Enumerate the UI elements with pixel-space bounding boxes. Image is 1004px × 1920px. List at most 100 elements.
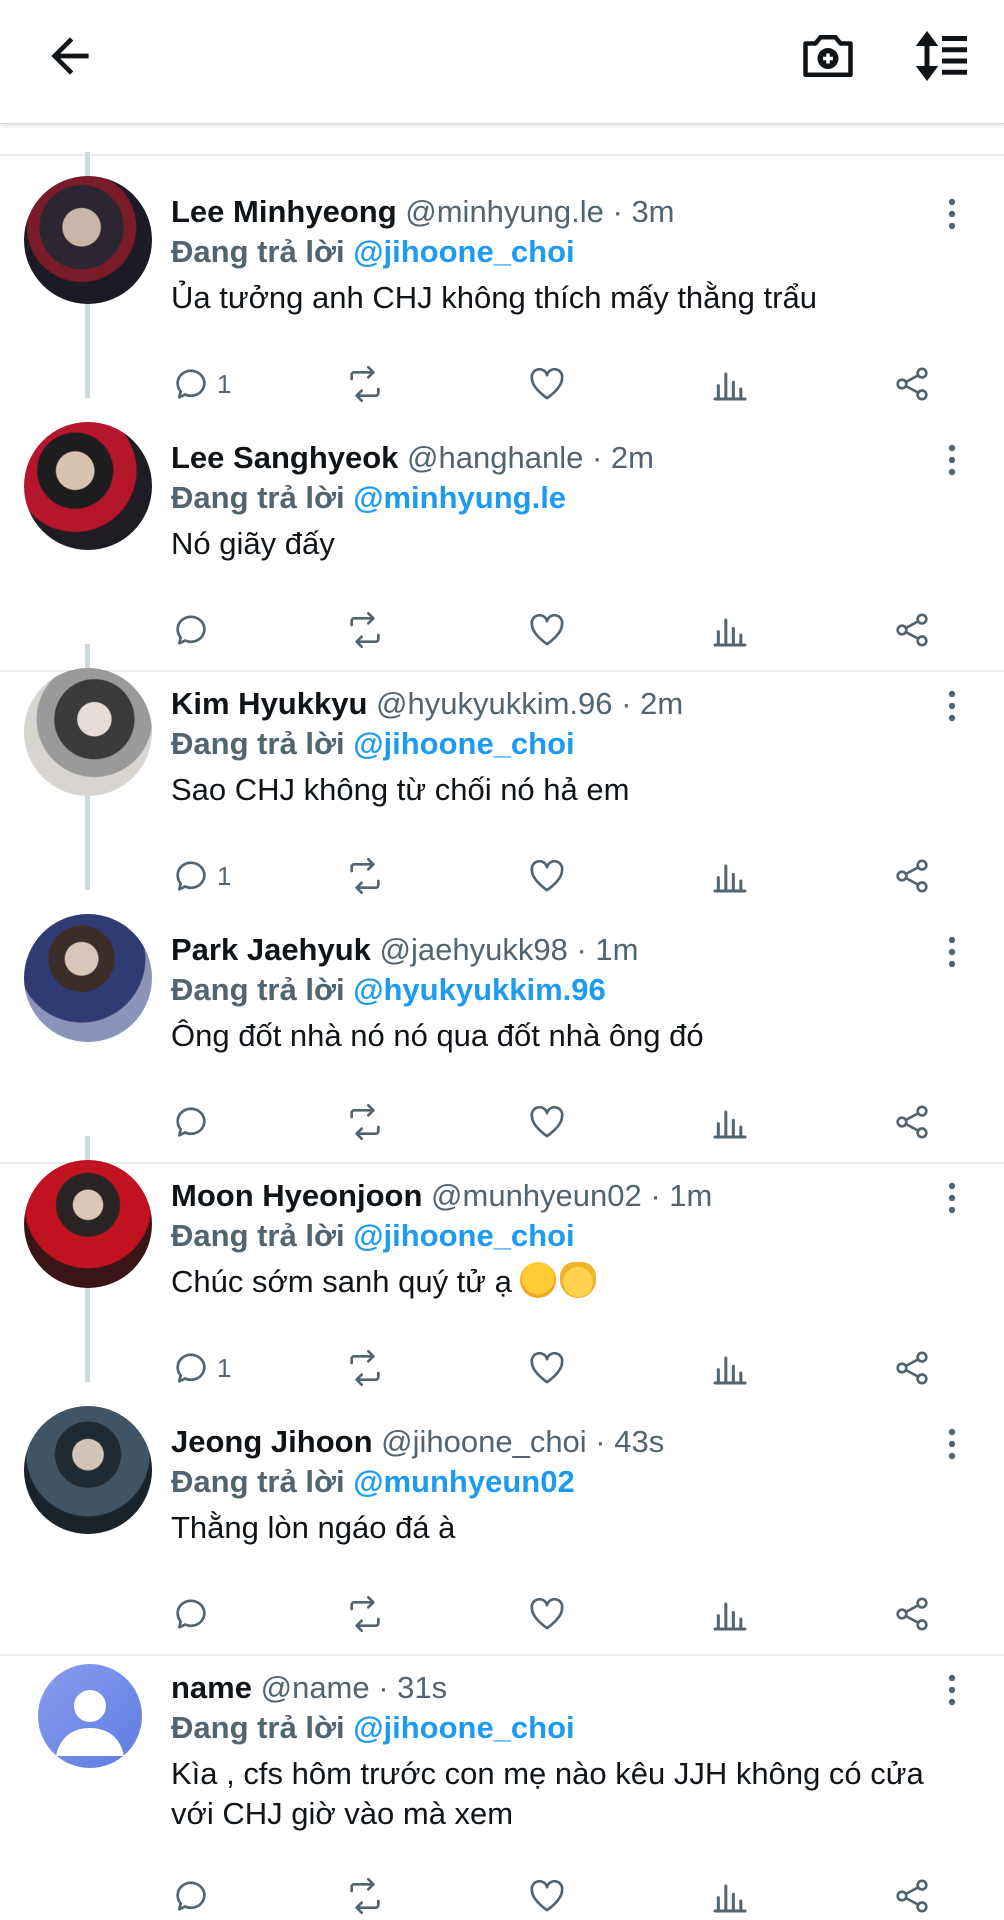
share-button[interactable] — [892, 854, 932, 898]
display-name[interactable]: Jeong Jihoon — [171, 1424, 373, 1459]
reply-button[interactable] — [171, 1100, 217, 1144]
replying-to-label: Đang trả lời — [171, 234, 345, 269]
mention-link[interactable]: @jihoone_choi — [353, 726, 574, 761]
handle-time: @munhyeun02 · 1m — [431, 1178, 713, 1213]
share-icon — [896, 613, 928, 647]
more-options-icon[interactable] — [940, 440, 964, 480]
like-button[interactable] — [527, 1874, 567, 1918]
share-icon — [896, 1597, 928, 1631]
default-user-icon — [56, 1690, 124, 1756]
reply-button[interactable] — [171, 1874, 217, 1918]
analytics-button[interactable] — [710, 1592, 750, 1636]
share-icon — [896, 859, 928, 893]
more-options-icon[interactable] — [940, 1424, 964, 1464]
display-name[interactable]: Lee Sanghyeok — [171, 440, 398, 475]
replying-to-label: Đang trả lời — [171, 480, 345, 515]
more-options-icon[interactable] — [940, 194, 964, 234]
avatar[interactable] — [24, 1160, 152, 1288]
replying-to: Đang trả lời @jihoone_choi — [171, 1218, 575, 1254]
analytics-icon — [713, 1110, 747, 1139]
share-button[interactable] — [892, 1874, 932, 1918]
sort-list-icon[interactable] — [912, 26, 972, 86]
more-options-icon[interactable] — [940, 686, 964, 726]
display-name[interactable]: Park Jaehyuk — [171, 932, 371, 967]
analytics-icon — [713, 1602, 747, 1631]
display-name[interactable]: name — [171, 1670, 252, 1705]
avatar[interactable] — [24, 176, 152, 304]
tweet-text: Sao CHJ không từ chối nó hả em — [171, 772, 630, 807]
arrow-left-icon[interactable] — [42, 28, 98, 84]
heart-icon — [530, 613, 564, 646]
mention-link[interactable]: @minhyung.le — [353, 480, 566, 515]
display-name[interactable]: Kim Hyukkyu — [171, 686, 367, 721]
retweet-icon — [350, 1878, 380, 1914]
mention-link[interactable]: @munhyeun02 — [353, 1464, 574, 1499]
avatar[interactable] — [24, 668, 152, 796]
like-button[interactable] — [527, 1100, 567, 1144]
heart-icon — [530, 1879, 564, 1912]
retweet-icon — [350, 612, 380, 648]
like-button[interactable] — [527, 1346, 567, 1390]
reply-icon — [176, 1599, 206, 1629]
more-options-icon[interactable] — [940, 1670, 964, 1710]
share-button[interactable] — [892, 1346, 932, 1390]
reply-button[interactable]: 1 — [171, 1346, 231, 1390]
tweet-text: Kìa , cfs hôm trước con mẹ nào kêu JJH k… — [171, 1756, 924, 1831]
like-button[interactable] — [527, 1592, 567, 1636]
share-button[interactable] — [892, 362, 932, 406]
analytics-button[interactable] — [710, 362, 750, 406]
analytics-button[interactable] — [710, 1874, 750, 1918]
retweet-button[interactable] — [345, 1346, 385, 1390]
retweet-icon — [350, 1596, 380, 1632]
camera-plus-icon[interactable] — [798, 26, 858, 86]
display-name[interactable]: Moon Hyeonjoon — [171, 1178, 422, 1213]
mention-link[interactable]: @jihoone_choi — [353, 234, 574, 269]
reply-button[interactable] — [171, 608, 217, 652]
share-icon — [896, 1879, 928, 1913]
replying-to: Đang trả lời @munhyeun02 — [171, 1464, 575, 1500]
like-button[interactable] — [527, 362, 567, 406]
share-button[interactable] — [892, 1100, 932, 1144]
analytics-icon — [713, 372, 747, 401]
avatar[interactable] — [24, 422, 152, 550]
share-button[interactable] — [892, 1592, 932, 1636]
retweet-button[interactable] — [345, 1100, 385, 1144]
analytics-button[interactable] — [710, 854, 750, 898]
more-options-icon[interactable] — [940, 932, 964, 972]
mention-link[interactable]: @jihoone_choi — [353, 1710, 574, 1745]
clapping-hands-emoji — [559, 1262, 596, 1298]
mention-link[interactable]: @jihoone_choi — [353, 1218, 574, 1253]
retweet-icon — [350, 1350, 380, 1386]
share-icon — [896, 1351, 928, 1385]
retweet-button[interactable] — [345, 854, 385, 898]
like-button[interactable] — [527, 854, 567, 898]
avatar[interactable] — [38, 1664, 142, 1768]
avatar[interactable] — [24, 914, 152, 1042]
share-button[interactable] — [892, 608, 932, 652]
share-icon — [896, 1105, 928, 1139]
retweet-button[interactable] — [345, 1592, 385, 1636]
handle-time: @jaehyukk98 · 1m — [379, 932, 639, 967]
analytics-button[interactable] — [710, 1100, 750, 1144]
reply-button[interactable]: 1 — [171, 854, 231, 898]
analytics-button[interactable] — [710, 608, 750, 652]
handle-time: @name · 31s — [260, 1670, 448, 1705]
mention-link[interactable]: @hyukyukkim.96 — [353, 972, 606, 1007]
avatar[interactable] — [24, 1406, 152, 1534]
retweet-button[interactable] — [345, 1874, 385, 1918]
retweet-button[interactable] — [345, 362, 385, 406]
analytics-icon — [713, 618, 747, 647]
tweet-actions — [171, 1592, 971, 1636]
reply-icon — [176, 861, 206, 891]
like-button[interactable] — [527, 608, 567, 652]
more-options-icon[interactable] — [940, 1178, 964, 1218]
analytics-button[interactable] — [710, 1346, 750, 1390]
reply-icon — [176, 1107, 206, 1137]
reply-button[interactable]: 1 — [171, 362, 231, 406]
handle-time: @hanghanle · 2m — [407, 440, 654, 475]
retweet-button[interactable] — [345, 608, 385, 652]
reply-button[interactable] — [171, 1592, 217, 1636]
retweet-icon — [350, 1104, 380, 1140]
display-name[interactable]: Lee Minhyeong — [171, 194, 397, 229]
handle-time: @jihoone_choi · 43s — [381, 1424, 665, 1459]
